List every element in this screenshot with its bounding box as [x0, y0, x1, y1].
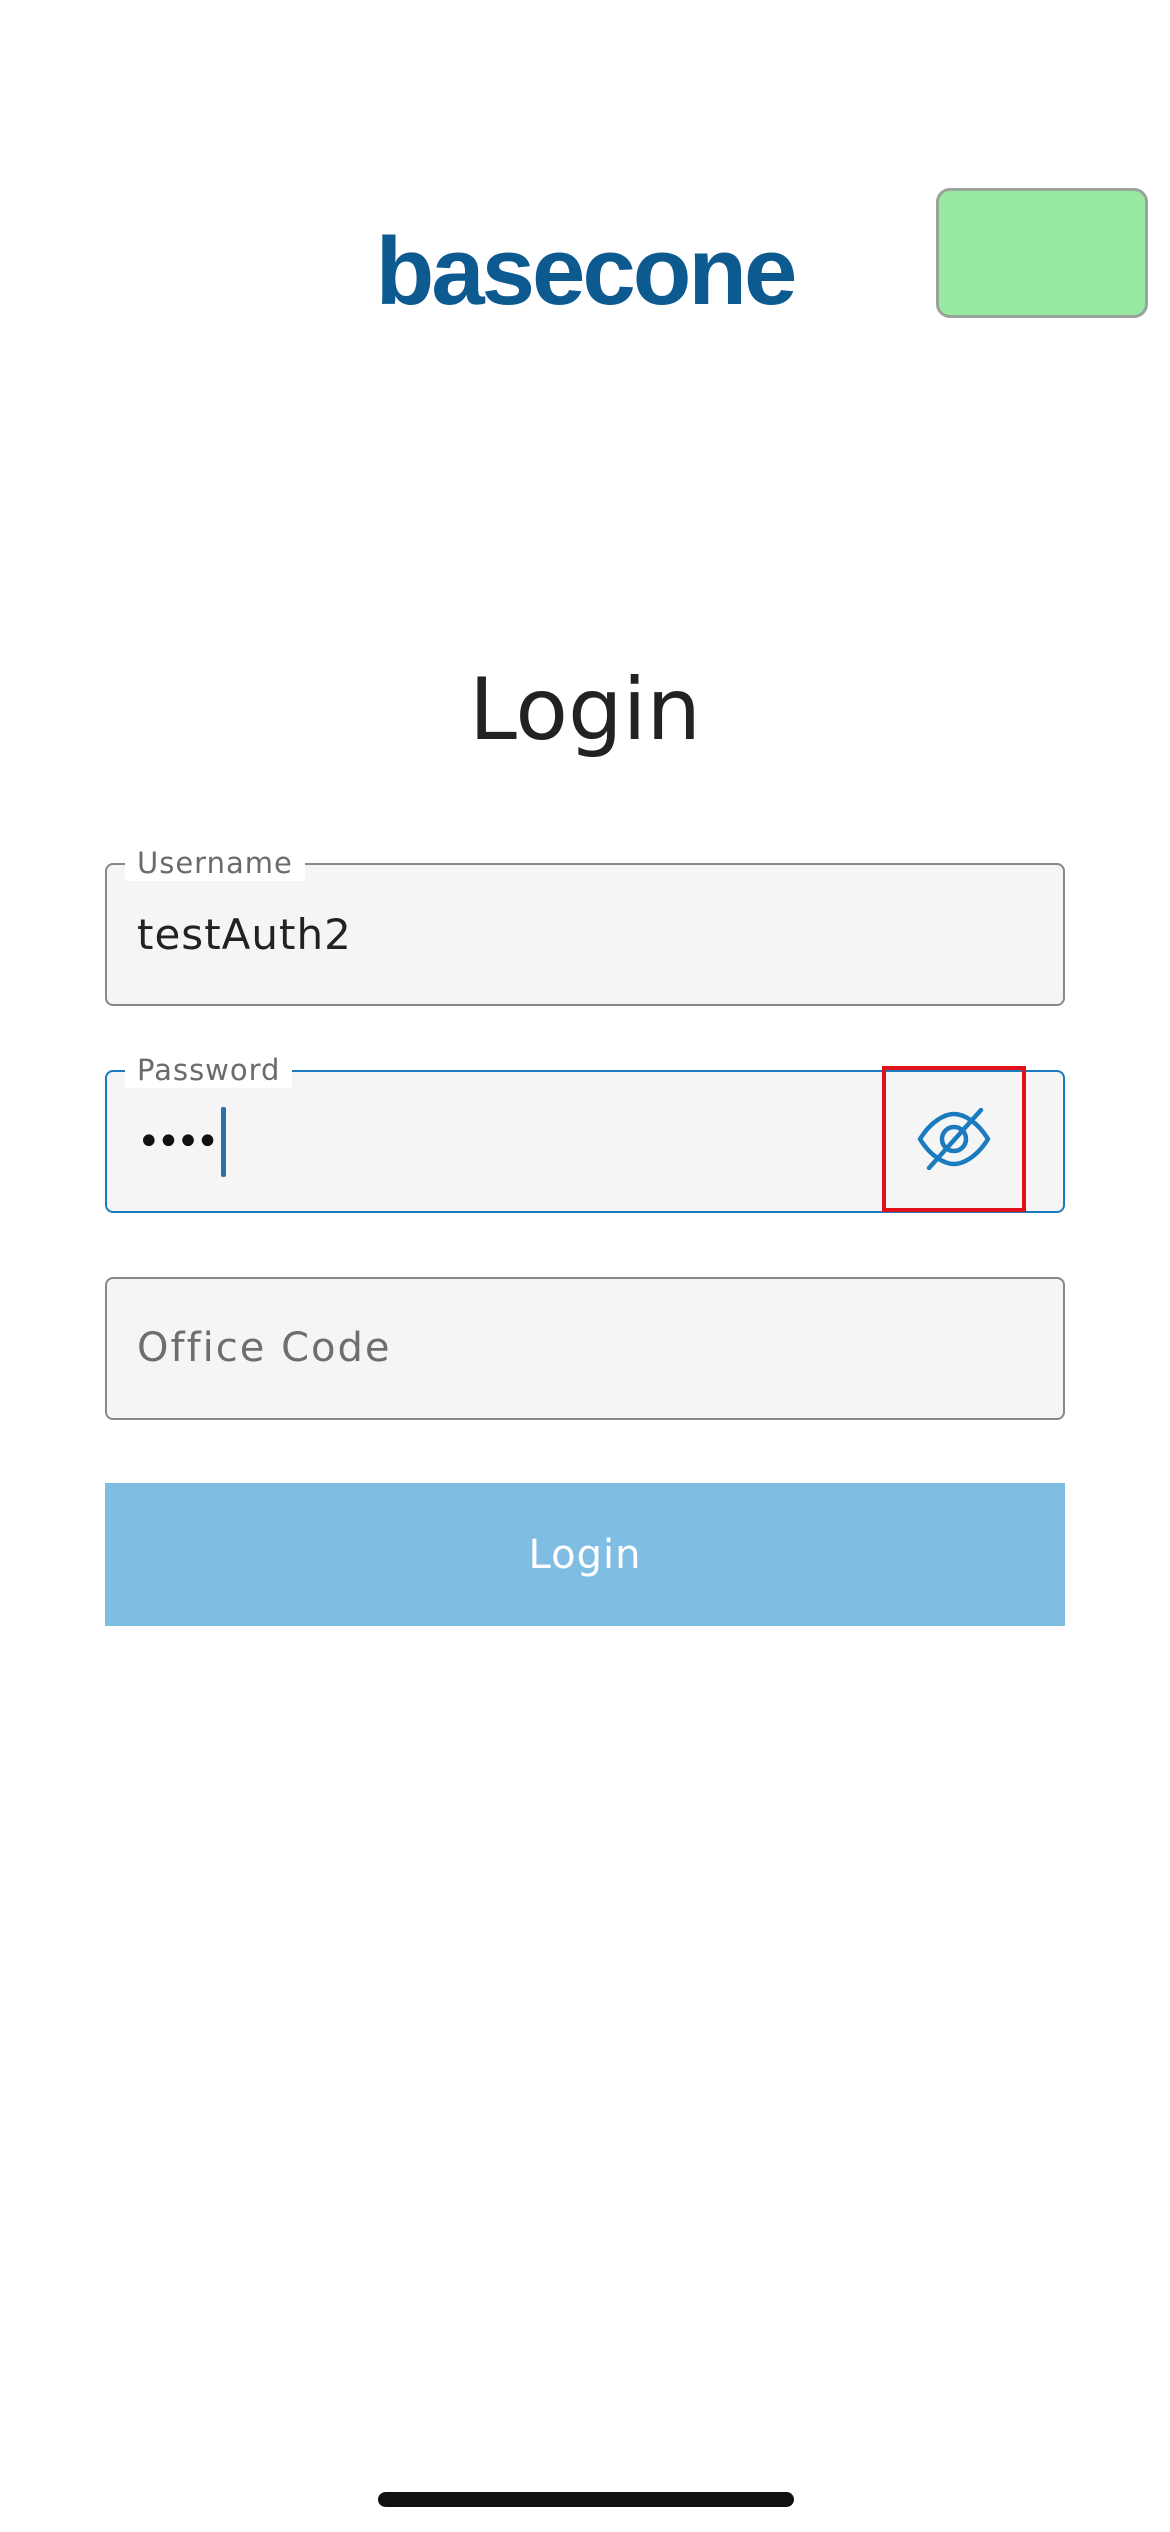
- office-code-placeholder: Office Code: [137, 1325, 392, 1371]
- page-title: Login: [468, 660, 701, 760]
- office-code-field[interactable]: Office Code: [105, 1277, 1065, 1420]
- login-screen: basecone Login Username testAuth2 Passwo…: [0, 0, 1170, 2532]
- text-caret: [221, 1106, 227, 1177]
- password-value[interactable]: ••••: [137, 1072, 227, 1211]
- green-overlay-box: [936, 188, 1148, 318]
- password-visibility-toggle[interactable]: [882, 1066, 1026, 1212]
- password-masked-text: ••••: [137, 1118, 219, 1165]
- home-indicator[interactable]: [378, 2492, 794, 2507]
- username-value[interactable]: testAuth2: [137, 865, 352, 1004]
- username-field[interactable]: Username testAuth2: [105, 845, 1065, 1006]
- eye-slash-icon: [917, 1108, 991, 1170]
- password-field[interactable]: Password ••••: [105, 1052, 1065, 1213]
- login-button[interactable]: Login: [105, 1483, 1065, 1626]
